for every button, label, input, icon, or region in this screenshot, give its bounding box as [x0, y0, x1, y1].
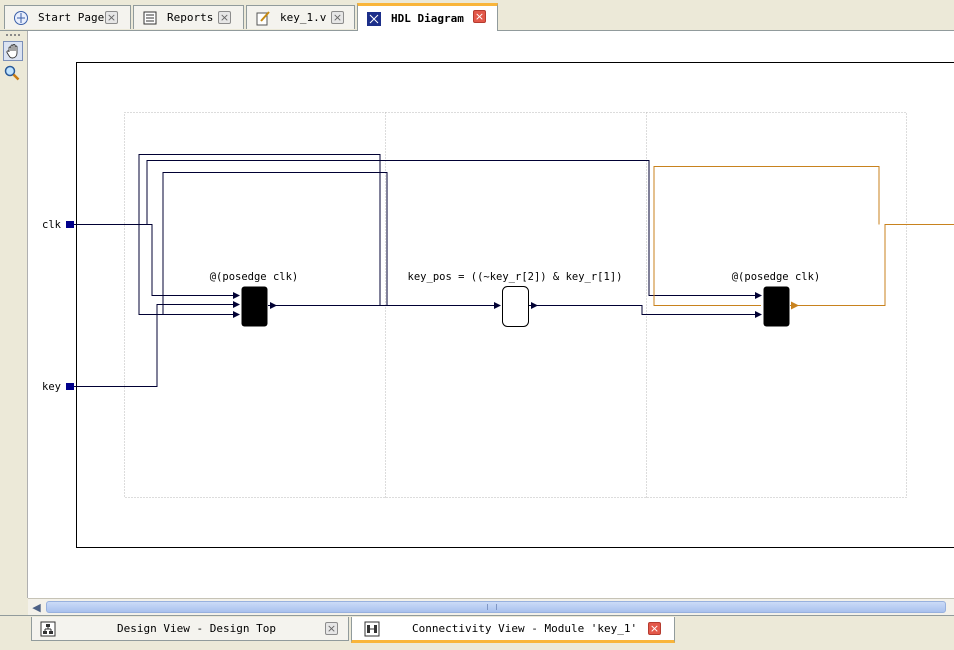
wire-clk-to-block1 [73, 225, 239, 296]
tab-reports[interactable]: Reports × [133, 5, 244, 29]
toolbar-grip[interactable] [6, 34, 20, 38]
tab-design-view[interactable]: Design View - Design Top × [31, 617, 349, 641]
tab-hdl-diagram[interactable]: HDL Diagram × [357, 3, 498, 31]
wire-feedback-2 [163, 173, 387, 315]
connectivity-view-icon [364, 621, 380, 637]
process-block-1[interactable] [242, 287, 268, 327]
pan-hand-icon[interactable] [3, 41, 23, 61]
tab-label: key_1.v [280, 11, 326, 24]
editor-tab-bar: Start Page × Reports × key_1.v × HDL Dia… [0, 0, 954, 31]
connectivity-diagram: clk key @(posedge clk) key_pos = ((~key_… [28, 31, 954, 598]
view-tab-bar: Design View - Design Top × Connectivity … [0, 615, 954, 650]
close-icon[interactable]: × [648, 622, 661, 635]
tab-label: Reports [167, 11, 213, 24]
wire-key-to-block1 [73, 305, 239, 387]
process-block-2[interactable] [764, 287, 790, 327]
assign-block[interactable] [503, 287, 529, 327]
close-icon[interactable]: × [218, 11, 231, 24]
reports-icon [142, 10, 158, 26]
close-icon[interactable]: × [325, 622, 338, 635]
block2-label: key_pos = ((~key_r[2]) & key_r[1]) [408, 271, 623, 283]
tab-label: Connectivity View - Module 'key_1' [412, 622, 637, 635]
tab-label: HDL Diagram [391, 12, 464, 25]
scroll-thumb[interactable] [46, 601, 946, 613]
port-clk[interactable] [66, 221, 74, 228]
close-icon[interactable]: × [105, 11, 118, 24]
port-clk-label: clk [42, 219, 62, 231]
start-page-icon [13, 10, 29, 26]
zoom-magnifier-icon[interactable] [3, 64, 23, 84]
design-view-icon [40, 621, 56, 637]
scroll-left-icon[interactable]: ◀ [30, 601, 43, 614]
hdl-diagram-icon [366, 11, 382, 27]
tab-connectivity-view[interactable]: Connectivity View - Module 'key_1' × [351, 617, 675, 643]
tab-start-page[interactable]: Start Page × [4, 5, 131, 29]
verilog-file-icon [255, 10, 271, 26]
diagram-toolbar [0, 31, 28, 598]
wire-block2-to-block3 [529, 306, 761, 315]
port-key-label: key [42, 381, 61, 393]
close-icon[interactable]: × [473, 10, 486, 23]
block1-label: @(posedge clk) [210, 271, 299, 283]
tab-label: Design View - Design Top [117, 622, 276, 635]
tab-label: Start Page [38, 11, 104, 24]
tab-key-1-v[interactable]: key_1.v × [246, 5, 355, 29]
horizontal-scrollbar[interactable]: ◀ [28, 598, 954, 616]
scroll-grip [487, 604, 497, 610]
wire-highlighted-output [654, 167, 954, 306]
diagram-canvas[interactable]: clk key @(posedge clk) key_pos = ((~key_… [28, 31, 954, 598]
close-icon[interactable]: × [331, 11, 344, 24]
port-key[interactable] [66, 383, 74, 390]
block3-label: @(posedge clk) [732, 271, 821, 283]
